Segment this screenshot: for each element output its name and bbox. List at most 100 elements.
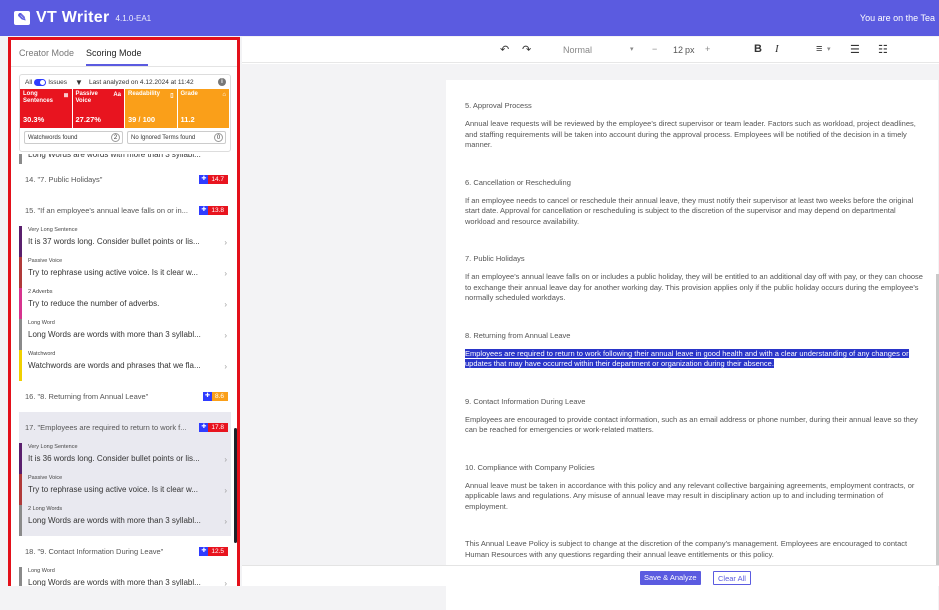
issue-item[interactable]: Long Words are words with more than 3 sy… [19, 154, 231, 164]
issue-description: Watchwords are words and phrases that we… [28, 361, 201, 370]
issues-toggle-label: Issues [48, 78, 68, 86]
section-body: If an employee's annual leave falls on o… [465, 272, 926, 304]
save-analyze-button[interactable]: Save & Analyze [640, 571, 701, 585]
metric-value: 27.27% [75, 115, 101, 124]
issue-item[interactable]: Long Word Long Words are words with more … [19, 567, 231, 586]
top-bar: ✎ VT Writer 4.1.0-EA1 You are on the Tea [0, 0, 939, 36]
document-page[interactable]: 5. Approval Process Annual leave requests… [446, 80, 938, 610]
metric-value: 39 / 100 [128, 115, 156, 124]
ignored-box[interactable]: No Ignored Terms found 0 [127, 131, 226, 144]
metric-label: Passive Voice [75, 91, 98, 104]
mode-tabs: Creator Mode Scoring Mode [11, 40, 237, 67]
issue-type: Long Word [28, 568, 55, 574]
stats-header: All Issues ▼ Last analyzed on 4.12.2024 … [20, 75, 230, 89]
all-label: All [25, 78, 33, 86]
issue-item[interactable]: Long Word Long Words are words with more … [19, 319, 231, 350]
chevron-right-icon: › [224, 300, 227, 309]
italic-button[interactable]: I [775, 43, 779, 55]
section-text: Annual leave must be taken in accordance… [465, 480, 915, 511]
issue-description: Long Words are words with more than 3 sy… [28, 154, 201, 159]
font-size-value[interactable]: 12 [673, 45, 683, 55]
numbered-list-icon[interactable]: ☷ [878, 43, 888, 56]
score-badge: 13.8 [199, 205, 228, 215]
editor-area: ↶ ↷ Normal ▾ − 12 px + B I ≡ ▾ ☰ ☷ 5. Ap… [242, 37, 939, 610]
bullet-list-icon[interactable]: ☰ [850, 43, 860, 56]
issue-type: Very Long Sentence [28, 444, 78, 450]
section-heading: 8. Returning from Annual Leave [465, 330, 571, 340]
logo-icon: ✎ [14, 11, 30, 25]
issue-item[interactable]: 2 Long Words Long Words are words with mo… [19, 505, 231, 536]
chevron-right-icon: › [224, 238, 227, 247]
sentence-item[interactable]: 14. "7. Public Holidays" 14.7 [19, 164, 231, 195]
metric-value: 30.3% [23, 115, 45, 124]
score-badge: 14.7 [199, 174, 228, 184]
section-text: If an employee's annual leave falls on o… [465, 272, 923, 302]
stats-box: All Issues ▼ Last analyzed on 4.12.2024 … [19, 74, 231, 152]
score-badge: 17.8 [199, 422, 228, 432]
style-select[interactable]: Normal [563, 45, 592, 55]
clear-all-button[interactable]: Clear All [713, 571, 751, 585]
section-heading: 7. Public Holidays [465, 254, 525, 263]
sentence-label: 15. "If an employee's annual leave falls… [25, 206, 188, 215]
metric-label: Readability [128, 91, 161, 97]
issue-description: Long Words are words with more than 3 sy… [28, 330, 201, 339]
metric-passive-voice[interactable]: Passive Voice Aa 27.27% [72, 89, 125, 128]
grade-icon: ⌂ [222, 92, 226, 98]
editor-toolbar: ↶ ↷ Normal ▾ − 12 px + B I ≡ ▾ ☰ ☷ [242, 37, 939, 63]
filter-icon[interactable]: ▼ [75, 78, 83, 87]
decrease-size-button[interactable]: − [652, 44, 657, 54]
watchwords-box[interactable]: Watchwords found 2 [24, 131, 123, 144]
issue-type: Watchword [28, 351, 56, 357]
metric-cards: Long Sentences ≣ 30.3% Passive Voice Aa … [20, 89, 230, 128]
issue-type: Very Long Sentence [28, 227, 78, 233]
app-title: VT Writer [36, 9, 110, 26]
sentence-item[interactable]: 15. "If an employee's annual leave falls… [19, 195, 231, 226]
tab-scoring-mode[interactable]: Scoring Mode [86, 40, 148, 66]
metric-long-sentences[interactable]: Long Sentences ≣ 30.3% [20, 89, 73, 128]
metric-readability[interactable]: Readability ▯ 39 / 100 [125, 89, 178, 128]
app-version: 4.1.0-EA1 [115, 13, 152, 23]
increase-size-button[interactable]: + [705, 44, 710, 54]
undo-icon[interactable]: ↶ [500, 43, 509, 56]
section-body: Annual leave must be taken in accordance… [465, 481, 926, 513]
issue-item[interactable]: Watchword Watchwords are words and phrase… [19, 350, 231, 381]
issue-item[interactable]: Very Long Sentence It is 36 words long. C… [19, 443, 231, 474]
chevron-right-icon: › [224, 517, 227, 526]
bold-button[interactable]: B [754, 43, 762, 55]
redo-icon[interactable]: ↷ [522, 43, 531, 56]
text-icon: Aa [113, 92, 121, 98]
scoring-panel: Creator Mode Scoring Mode All Issues ▼ L… [8, 37, 240, 586]
issues-toggle[interactable] [34, 78, 47, 86]
section-body: Annual leave requests will be reviewed b… [465, 119, 926, 151]
align-icon[interactable]: ≡ [816, 43, 822, 55]
score-badge: 8.6 [202, 391, 228, 401]
metric-label: Grade [180, 91, 198, 97]
watchwords-count: 2 [111, 133, 120, 142]
section-text: This Annual Leave Policy is subject to c… [465, 539, 908, 559]
issue-item[interactable]: Passive Voice Try to rephrase using activ… [19, 474, 231, 505]
metric-label: Long Sentences [23, 91, 54, 104]
list-icon: ≣ [63, 93, 69, 99]
section-text: Employees are encouraged to provide cont… [465, 414, 918, 435]
issue-description: It is 37 words long. Consider bullet poi… [28, 237, 200, 246]
list-scrollbar[interactable] [234, 428, 237, 543]
sentence-item[interactable]: 16. "8. Returning from Annual Leave" 8.6 [19, 381, 231, 412]
section-body: Employees are encouraged to provide cont… [465, 415, 926, 436]
ignored-label: No Ignored Terms found [131, 135, 196, 141]
section-body: If an employee needs to cancel or resche… [465, 196, 926, 228]
issue-item[interactable]: Very Long Sentence It is 37 words long. C… [19, 226, 231, 257]
issue-type: 2 Long Words [28, 506, 63, 512]
sentence-item[interactable]: 17. "Employees are required to return to… [19, 412, 231, 443]
sentence-list: Long Words are words with more than 3 sy… [19, 154, 231, 586]
issue-item[interactable]: Passive Voice Try to rephrase using activ… [19, 257, 231, 288]
user-note: You are on the Tea [859, 13, 935, 23]
metric-value: 11.2 [180, 115, 195, 124]
section-text: Annual leave requests will be reviewed b… [465, 119, 916, 149]
sentence-item[interactable]: 18. "9. Contact Information During Leave… [19, 536, 231, 567]
metric-grade[interactable]: Grade ⌂ 11.2 [177, 89, 230, 128]
issue-item[interactable]: 2 Adverbs Try to reduce the number of adv… [19, 288, 231, 319]
tab-creator-mode[interactable]: Creator Mode [19, 40, 80, 66]
issue-description: Try to rephrase using active voice. Is i… [28, 268, 198, 277]
info-icon[interactable]: i [218, 78, 226, 86]
chevron-right-icon: › [224, 269, 227, 278]
